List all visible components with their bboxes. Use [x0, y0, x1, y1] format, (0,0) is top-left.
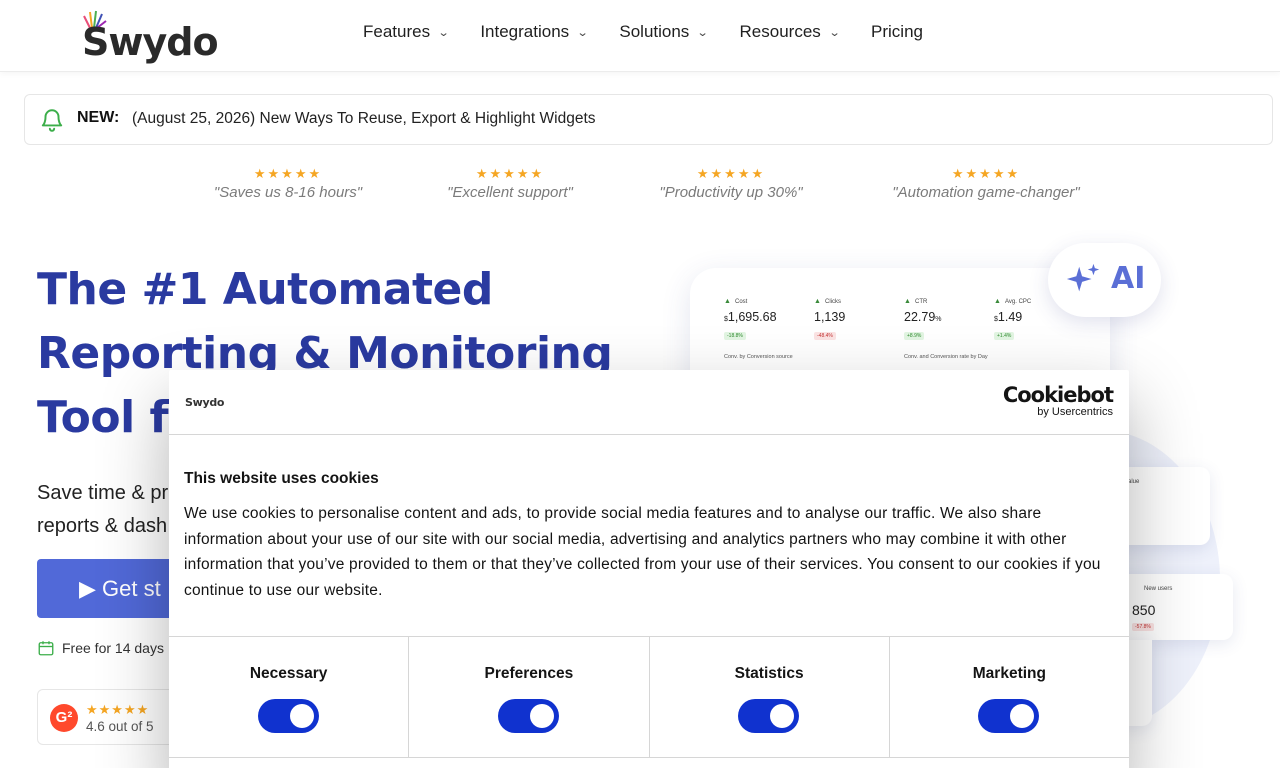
kpi-label: Clicks	[825, 298, 841, 305]
kpi-card: ▲ Cost $1,695.68 -18.8%	[724, 298, 814, 342]
kpi-value: 1.49	[997, 310, 1023, 324]
bell-icon	[41, 109, 63, 132]
kpi-value: 1,139	[814, 310, 846, 324]
cookiebot-logo[interactable]: Cookiebot by Usercentrics	[1002, 383, 1114, 418]
cookie-categories: Necessary Preferences Statistics Marketi…	[169, 636, 1129, 758]
g2-rating-text: 4.6 out of 5	[86, 719, 154, 734]
cookie-category-preferences: Preferences	[409, 637, 650, 757]
review-item: ★★★★★ "Excellent support"	[430, 166, 590, 201]
kpi-card: ▲ Clicks 1,139 -48.4%	[814, 298, 904, 342]
google-ads-icon: ▲	[724, 298, 731, 305]
statistics-toggle[interactable]	[738, 699, 800, 733]
widget-title: Conv. by Conversion source	[724, 354, 793, 360]
cookie-dialog-body: We use cookies to personalise content an…	[184, 505, 1101, 599]
site-logo: Swydo	[185, 396, 225, 409]
review-quote: "Saves us 8-16 hours"	[213, 184, 363, 201]
kpi-delta: +8.9%	[904, 332, 925, 340]
announcement-text: (August 25, 2026) New Ways To Reuse, Exp…	[132, 110, 596, 127]
category-label: Statistics	[734, 665, 804, 682]
nav-features[interactable]: Features ⌄	[363, 22, 450, 42]
nav-resources[interactable]: Resources ⌄	[739, 22, 841, 42]
rating-stars: ★★★★★	[475, 166, 545, 181]
kpi-delta: +1.4%	[994, 332, 1015, 340]
nav-integrations[interactable]: Integrations ⌄	[480, 22, 589, 42]
nav-features-label: Features	[363, 22, 431, 41]
kpi-delta: -48.4%	[814, 332, 836, 340]
cookie-dialog-header: Swydo Cookiebot by Usercentrics	[169, 370, 1129, 435]
nav-integrations-label: Integrations	[480, 22, 570, 41]
review-quote: "Productivity up 30%"	[659, 184, 803, 201]
review-quote: "Automation game-changer"	[892, 184, 1080, 201]
metric-card: New users 850 -57.8%	[1118, 574, 1233, 640]
kpi-label: CTR	[915, 298, 928, 305]
widget-title: Conv. and Conversion rate by Day	[904, 354, 988, 360]
logo-wordmark: Swydo	[82, 20, 219, 64]
metric-value: 850	[1132, 602, 1156, 618]
chevron-down-icon: ⌄	[576, 26, 589, 39]
announcement-tag: NEW:	[77, 109, 120, 126]
kpi-value: 1,695.68	[727, 310, 777, 324]
cookie-consent-dialog: Swydo Cookiebot by Usercentrics This web…	[169, 370, 1129, 768]
kpi-card: ▲ CTR 22.79% +8.9%	[904, 298, 994, 342]
announcement-bar[interactable]: NEW: (August 25, 2026) New Ways To Reuse…	[24, 94, 1273, 145]
metric-card: alue	[1118, 467, 1210, 545]
review-item: ★★★★★ "Saves us 8-16 hours"	[208, 166, 368, 201]
cookiebot-by: by Usercentrics	[1037, 406, 1113, 418]
google-ads-icon: ▲	[814, 298, 821, 305]
review-item: ★★★★★ "Productivity up 30%"	[650, 166, 812, 201]
cookie-category-necessary: Necessary	[169, 637, 410, 757]
chevron-down-icon: ⌄	[696, 26, 709, 39]
metric-delta: -57.8%	[1132, 623, 1154, 631]
nav-resources-label: Resources	[739, 22, 821, 41]
hero-title-line: The #1 Automated	[37, 264, 493, 315]
free-trial-note: Free for 14 days	[37, 639, 164, 657]
main-nav: Features ⌄ Integrations ⌄ Solutions ⌄ Resou…	[363, 22, 955, 42]
cookie-category-marketing: Marketing	[890, 637, 1129, 757]
nav-pricing[interactable]: Pricing	[871, 22, 923, 42]
nav-pricing-label: Pricing	[871, 22, 923, 41]
kpi-unit: %	[935, 316, 942, 323]
g2-logo-icon: G²	[50, 704, 78, 732]
rating-stars: ★★★★★	[86, 702, 150, 717]
rating-stars: ★★★★★	[951, 166, 1021, 181]
chevron-down-icon: ⌄	[828, 26, 841, 39]
rating-stars: ★★★★★	[253, 166, 323, 181]
nav-solutions[interactable]: Solutions ⌄	[619, 22, 709, 42]
marketing-toggle[interactable]	[978, 699, 1040, 733]
site-header: Swydo Features ⌄ Integrations ⌄ Solutions ⌄…	[0, 0, 1280, 72]
review-quote: "Excellent support"	[447, 184, 573, 201]
ai-label: AI	[1111, 261, 1146, 296]
cookie-dialog-title: This website uses cookies	[184, 470, 379, 487]
category-label: Necessary	[249, 665, 328, 682]
review-item: ★★★★★ "Automation game-changer"	[878, 166, 1094, 201]
chevron-down-icon: ⌄	[437, 26, 450, 39]
cookiebot-name: Cookiebot	[1002, 383, 1114, 407]
ai-badge: AI	[1048, 243, 1161, 317]
swydo-logo[interactable]: Swydo	[82, 10, 219, 64]
cookie-category-statistics: Statistics	[650, 637, 890, 757]
free-trial-text: Free for 14 days	[62, 640, 164, 656]
kpi-value: 22.79	[904, 310, 936, 324]
nav-solutions-label: Solutions	[619, 22, 690, 41]
metric-label: New users	[1144, 586, 1173, 592]
google-ads-icon: ▲	[904, 298, 911, 305]
category-label: Marketing	[972, 665, 1046, 682]
kpi-label: Cost	[735, 298, 748, 305]
category-label: Preferences	[484, 665, 574, 682]
rating-stars: ★★★★★	[696, 166, 766, 181]
calendar-icon	[38, 641, 54, 656]
google-ads-icon: ▲	[994, 298, 1001, 305]
necessary-toggle[interactable]	[257, 699, 319, 733]
preferences-toggle[interactable]	[497, 699, 559, 733]
metric-label: alue	[1128, 479, 1140, 485]
kpi-label: Avg. CPC	[1005, 298, 1032, 305]
sparkle-icon	[1066, 263, 1100, 292]
kpi-delta: -18.8%	[724, 332, 746, 340]
